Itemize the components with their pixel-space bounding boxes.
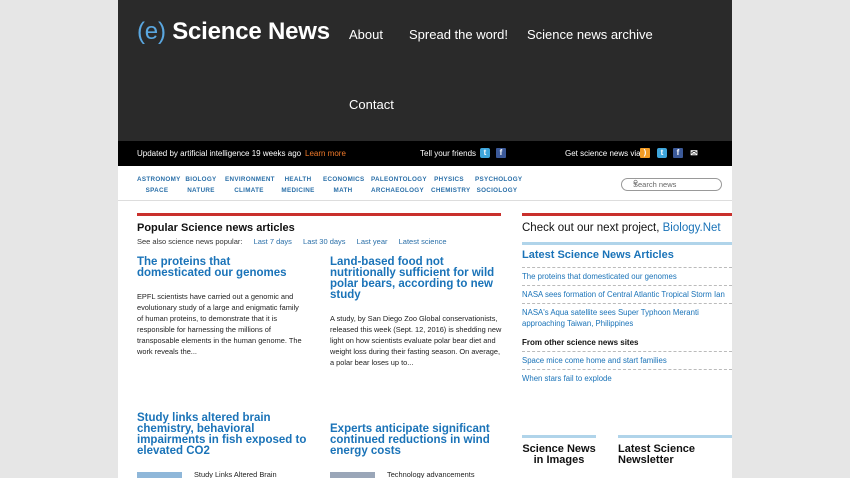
logo-prefix: (e) <box>137 18 166 45</box>
project-promo: Check out our next project, Biology.Net <box>522 222 732 234</box>
section-divider <box>137 213 501 216</box>
sidebar-divider <box>522 242 732 245</box>
period-last-7-days[interactable]: Last 7 days <box>254 237 292 246</box>
category-paleontology-archaeology[interactable]: Paleontology Archaeology <box>371 174 427 196</box>
period-last-year[interactable]: Last year <box>357 237 388 246</box>
science-news-in-images-box[interactable]: Science News in Images <box>522 435 596 466</box>
latest-article-link[interactable]: The proteins that domesticated our genom… <box>522 267 732 285</box>
other-site-link[interactable]: When stars fail to explode <box>522 369 732 387</box>
twitter-icon[interactable]: t <box>480 148 490 158</box>
get-news-label: Get science news via <box>565 149 641 158</box>
sidebar: Check out our next project, Biology.Net … <box>522 213 732 387</box>
period-last-30-days[interactable]: Last 30 days <box>303 237 346 246</box>
article-teaser: Study Links Altered Brain <box>194 469 314 478</box>
latest-article-link[interactable]: NASA sees formation of Central Atlantic … <box>522 285 732 303</box>
project-text: Check out our next project, <box>522 222 660 234</box>
article-summary: Technology advancements <box>387 470 475 478</box>
article-thumbnail[interactable] <box>330 472 375 478</box>
article-title[interactable]: Experts anticipate significant continued… <box>330 423 502 457</box>
newsletter-box[interactable]: Latest Science Newsletter <box>618 435 732 466</box>
article-title[interactable]: Land-based food not nutritionally suffic… <box>330 256 502 301</box>
rss-icon[interactable]: ) <box>640 148 650 158</box>
twitter-icon[interactable]: t <box>657 148 667 158</box>
nav-contact[interactable]: Contact <box>349 97 394 112</box>
page: (e) Science News About Spread the word! … <box>118 0 732 478</box>
search-icon[interactable]: ⚲ <box>633 179 716 187</box>
category-astronomy-space[interactable]: Astronomy Space <box>137 174 180 196</box>
tell-friends-label: Tell your friends <box>420 149 477 158</box>
info-bar: Updated by artificial intelligence 19 we… <box>118 141 732 166</box>
article-title[interactable]: The proteins that domesticated our genom… <box>137 256 302 279</box>
latest-articles-title: Latest Science News Articles <box>522 249 674 261</box>
facebook-icon[interactable]: f <box>673 148 683 158</box>
category-biology-nature[interactable]: Biology Nature <box>185 174 217 196</box>
category-physics-chemistry[interactable]: Physics Chemistry <box>431 174 470 196</box>
updated-text: Updated by artificial intelligence 19 we… <box>137 149 302 158</box>
site-logo[interactable]: (e) Science News <box>137 18 330 46</box>
nav-about[interactable]: About <box>349 27 383 42</box>
learn-more-link[interactable]: Learn more <box>305 149 346 158</box>
article-card: Land-based food not nutritionally suffic… <box>330 256 502 368</box>
other-site-link[interactable]: Space mice come home and start families <box>522 351 732 369</box>
popular-articles-section: Popular Science news articles See also s… <box>137 213 501 246</box>
nav-science-news-archive[interactable]: Science news archive <box>527 27 653 42</box>
see-also-bar: See also science news popular: Last 7 da… <box>137 237 501 246</box>
nav-spread-the-word[interactable]: Spread the word! <box>409 27 508 42</box>
article-card: Study links altered brain chemistry, beh… <box>137 412 307 457</box>
email-icon[interactable]: ✉ <box>689 148 699 158</box>
sidebar-divider <box>522 213 732 216</box>
section-title: Popular Science news articles <box>137 222 295 234</box>
category-bar: Astronomy Space Biology Nature Environment… <box>118 166 732 201</box>
category-health-medicine[interactable]: Health Medicine <box>281 174 315 196</box>
other-sites-title: From other science news sites <box>522 338 639 347</box>
article-card: The proteins that domesticated our genom… <box>137 256 302 358</box>
article-card: Experts anticipate significant continued… <box>330 423 502 457</box>
latest-article-link[interactable]: NASA's Aqua satellite sees Super Typhoon… <box>522 303 732 332</box>
see-also-label: See also science news popular: <box>137 237 243 246</box>
logo-name: Science News <box>172 18 330 45</box>
article-title[interactable]: Study links altered brain chemistry, beh… <box>137 412 307 457</box>
category-psychology-sociology[interactable]: Psychology Sociology <box>475 174 522 196</box>
article-thumbnail[interactable] <box>137 472 182 478</box>
period-latest-science[interactable]: Latest science <box>399 237 447 246</box>
article-summary: Study Links Altered Brain <box>194 470 277 478</box>
search-input[interactable]: Search news ⚲ <box>621 178 722 191</box>
site-header: (e) Science News About Spread the word! … <box>118 0 732 141</box>
category-economics-math[interactable]: Economics Math <box>323 174 364 196</box>
article-teaser: Technology advancements <box>387 469 507 478</box>
article-summary: EPFL scientists have carried out a genom… <box>137 292 302 357</box>
facebook-icon[interactable]: f <box>496 148 506 158</box>
project-link[interactable]: Biology.Net <box>663 222 721 234</box>
category-environment-climate[interactable]: Environment Climate <box>225 174 275 196</box>
article-summary: A study, by San Diego Zoo Global conserv… <box>330 314 502 368</box>
